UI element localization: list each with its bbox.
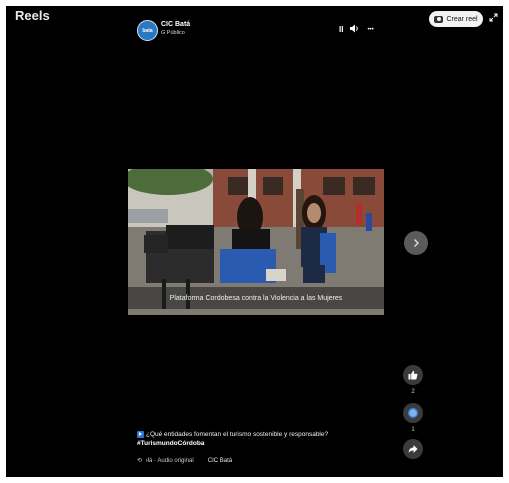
share-button[interactable]: [403, 439, 423, 459]
like-count: 2: [411, 389, 415, 395]
volume-icon: [350, 24, 359, 33]
page-title: Reels: [15, 8, 50, 23]
comment-button[interactable]: [403, 403, 423, 423]
audio-icon: ⟲: [137, 458, 143, 464]
hashtag-link[interactable]: #TurismundoCórdoba: [137, 440, 204, 447]
audio-info[interactable]: ⟲ ıłá · Audio original CIC Batá: [137, 457, 232, 465]
camera-icon: [434, 15, 444, 23]
reel-description: ¿Qué entidades fomentan el turismo soste…: [137, 430, 397, 448]
channel-name[interactable]: CIC Batá: [161, 21, 190, 28]
comment-icon: [408, 408, 418, 418]
create-reel-label: Crear reel: [446, 15, 478, 23]
video-caption: Plataforma Cordobesa contra la Violencia…: [128, 287, 384, 309]
like-button[interactable]: [403, 365, 423, 385]
pause-button[interactable]: II: [339, 25, 343, 35]
fullscreen-button[interactable]: [489, 13, 498, 24]
audience-label: G Público: [161, 30, 185, 36]
more-options-button[interactable]: •••: [367, 25, 373, 35]
reels-viewer: Reels bata CIC Batá G Público II ••• Cre…: [6, 6, 503, 477]
comment-count: 1: [411, 427, 415, 433]
audio-label[interactable]: ıłá · Audio original: [146, 458, 194, 464]
next-reel-button[interactable]: [404, 231, 428, 255]
audio-author[interactable]: CIC Batá: [208, 458, 232, 464]
expand-icon: [489, 13, 498, 22]
chevron-right-icon: [414, 239, 419, 247]
player-controls: II •••: [339, 24, 374, 36]
channel-avatar[interactable]: bata: [137, 20, 158, 41]
create-reel-button[interactable]: Crear reel: [429, 11, 483, 27]
volume-button[interactable]: [350, 24, 360, 36]
share-icon: [408, 445, 418, 453]
description-text: ¿Qué entidades fomentan el turismo soste…: [146, 431, 329, 438]
thumbs-up-icon: [408, 370, 418, 380]
video-player[interactable]: Plataforma Cordobesa contra la Violencia…: [128, 169, 384, 315]
video-badge-icon: [137, 430, 144, 438]
